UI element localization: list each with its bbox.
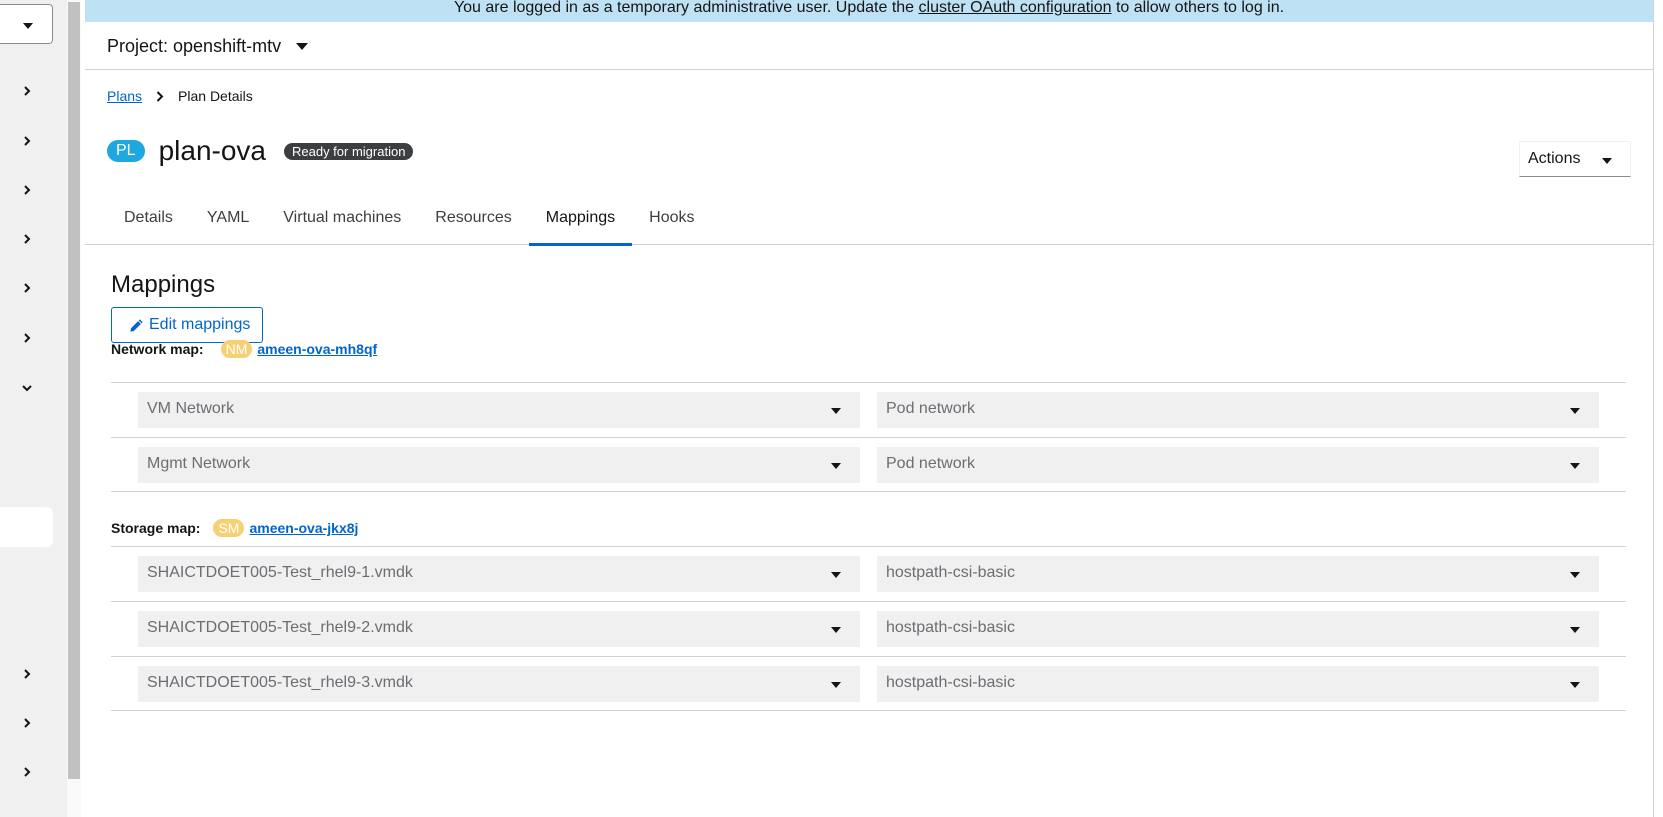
target-storage-select[interactable]: hostpath-csi-basic xyxy=(877,666,1599,702)
tab-virtual-machines[interactable]: Virtual machines xyxy=(266,203,418,245)
main-content: You are logged in as a temporary adminis… xyxy=(85,0,1653,817)
resource-badge: PL xyxy=(107,140,145,162)
table-row: SHAICTDOET005-Test_rhel9-2.vmdk hostpath… xyxy=(111,601,1626,656)
select-value: SHAICTDOET005-Test_rhel9-1.vmdk xyxy=(147,564,413,581)
network-map-badge: NM xyxy=(220,340,253,358)
tab-mappings[interactable]: Mappings xyxy=(528,203,633,246)
caret-down-icon xyxy=(1570,408,1580,414)
nav-item-active[interactable] xyxy=(0,507,53,547)
target-network-select[interactable]: Pod network xyxy=(877,392,1599,428)
table-row: VM Network Pod network xyxy=(111,382,1626,437)
target-storage-select[interactable]: hostpath-csi-basic xyxy=(877,611,1599,647)
edit-mappings-label: Edit mappings xyxy=(149,316,251,333)
select-value: hostpath-csi-basic xyxy=(886,564,1015,581)
select-value: VM Network xyxy=(147,400,235,417)
source-storage-select[interactable]: SHAICTDOET005-Test_rhel9-2.vmdk xyxy=(138,611,860,647)
breadcrumb-plans-link[interactable]: Plans xyxy=(107,88,142,104)
select-value: Mgmt Network xyxy=(147,455,251,472)
caret-down-icon xyxy=(831,463,841,469)
storage-map-header: Storage map: SM ameen-ova-jkx8j xyxy=(111,519,358,537)
source-storage-select[interactable]: SHAICTDOET005-Test_rhel9-1.vmdk xyxy=(138,556,860,592)
pencil-icon xyxy=(130,318,143,332)
tab-label: Details xyxy=(124,209,173,226)
chevron-right-icon[interactable] xyxy=(20,281,34,295)
network-map-header: Network map: NM ameen-ova-mh8qf xyxy=(111,340,377,358)
chevron-down-icon[interactable] xyxy=(20,381,34,395)
caret-down-icon xyxy=(831,682,841,688)
network-map-link[interactable]: ameen-ova-mh8qf xyxy=(257,341,377,357)
caret-down-icon xyxy=(831,408,841,414)
breadcrumb: Plans Plan Details xyxy=(107,88,253,104)
caret-down-icon[interactable] xyxy=(296,43,308,50)
target-storage-select[interactable]: hostpath-csi-basic xyxy=(877,556,1599,592)
tab-label: Resources xyxy=(435,209,512,226)
caret-down-icon xyxy=(831,627,841,633)
tab-label: Hooks xyxy=(649,209,695,226)
tab-label: Mappings xyxy=(545,209,616,226)
caret-down-icon xyxy=(831,572,841,578)
page-title: plan-ova xyxy=(158,135,266,166)
chevron-right-icon[interactable] xyxy=(20,331,34,345)
chevron-right-icon[interactable] xyxy=(20,232,34,246)
actions-label: Actions xyxy=(1528,150,1581,167)
status-badge: Ready for migration xyxy=(283,142,414,160)
source-network-select[interactable]: VM Network xyxy=(138,392,860,428)
storage-map-label: Storage map: xyxy=(111,520,201,536)
page-header: PL plan-ova Ready for migration xyxy=(107,134,414,168)
table-row: Mgmt Network Pod network xyxy=(111,437,1626,492)
project-bar: Project: openshift-mtv xyxy=(85,22,1653,70)
caret-down-icon xyxy=(1570,682,1580,688)
caret-down-icon xyxy=(23,23,33,29)
tab-label: YAML xyxy=(206,209,250,226)
admin-banner: You are logged in as a temporary adminis… xyxy=(85,0,1653,22)
table-row: SHAICTDOET005-Test_rhel9-3.vmdk hostpath… xyxy=(111,656,1626,711)
select-value: hostpath-csi-basic xyxy=(886,674,1015,691)
chevron-right-icon xyxy=(156,90,164,102)
storage-map-table: SHAICTDOET005-Test_rhel9-1.vmdk hostpath… xyxy=(111,546,1626,711)
tab-bar: Details YAML Virtual machines Resources … xyxy=(85,203,1653,246)
storage-map-link[interactable]: ameen-ova-jkx8j xyxy=(249,520,358,536)
perspective-switcher[interactable] xyxy=(0,4,53,44)
target-network-select[interactable]: Pod network xyxy=(877,447,1599,483)
tab-resources[interactable]: Resources xyxy=(418,203,528,245)
select-value: hostpath-csi-basic xyxy=(886,619,1015,636)
storage-map-badge: SM xyxy=(213,519,245,537)
network-map-label: Network map: xyxy=(111,341,204,357)
chevron-right-icon[interactable] xyxy=(20,667,34,681)
table-row: SHAICTDOET005-Test_rhel9-1.vmdk hostpath… xyxy=(111,546,1626,601)
caret-down-icon xyxy=(1602,158,1612,164)
left-nav xyxy=(0,0,67,817)
source-storage-select[interactable]: SHAICTDOET005-Test_rhel9-3.vmdk xyxy=(138,666,860,702)
tab-label: Virtual machines xyxy=(283,209,402,226)
select-value: SHAICTDOET005-Test_rhel9-2.vmdk xyxy=(147,619,413,636)
source-network-select[interactable]: Mgmt Network xyxy=(138,447,860,483)
select-value: Pod network xyxy=(886,455,975,472)
breadcrumb-current: Plan Details xyxy=(178,88,253,104)
network-map-table: VM Network Pod network Mgmt Network Pod … xyxy=(111,382,1626,492)
oauth-config-link[interactable]: cluster OAuth configuration xyxy=(919,0,1112,16)
chevron-right-icon[interactable] xyxy=(20,134,34,148)
caret-down-icon xyxy=(1570,572,1580,578)
banner-text-after: to allow others to log in. xyxy=(1115,0,1285,16)
banner-text-before: You are logged in as a temporary adminis… xyxy=(453,0,915,16)
select-value: SHAICTDOET005-Test_rhel9-3.vmdk xyxy=(147,674,413,691)
chevron-right-icon[interactable] xyxy=(20,716,34,730)
section-title: Mappings xyxy=(111,271,216,298)
window-edge xyxy=(1653,0,1663,817)
project-selector[interactable]: Project: openshift-mtv xyxy=(107,36,281,57)
actions-dropdown[interactable]: Actions xyxy=(1519,141,1631,177)
chevron-right-icon[interactable] xyxy=(20,84,34,98)
edit-mappings-button[interactable]: Edit mappings xyxy=(111,307,263,343)
chevron-right-icon[interactable] xyxy=(20,765,34,779)
tab-details[interactable]: Details xyxy=(107,203,190,245)
tab-yaml[interactable]: YAML xyxy=(190,203,266,245)
caret-down-icon xyxy=(1570,627,1580,633)
chevron-right-icon[interactable] xyxy=(20,183,34,197)
nav-scrollbar-thumb[interactable] xyxy=(68,2,80,779)
caret-down-icon xyxy=(1570,463,1580,469)
select-value: Pod network xyxy=(886,400,975,417)
tab-hooks[interactable]: Hooks xyxy=(632,203,711,245)
